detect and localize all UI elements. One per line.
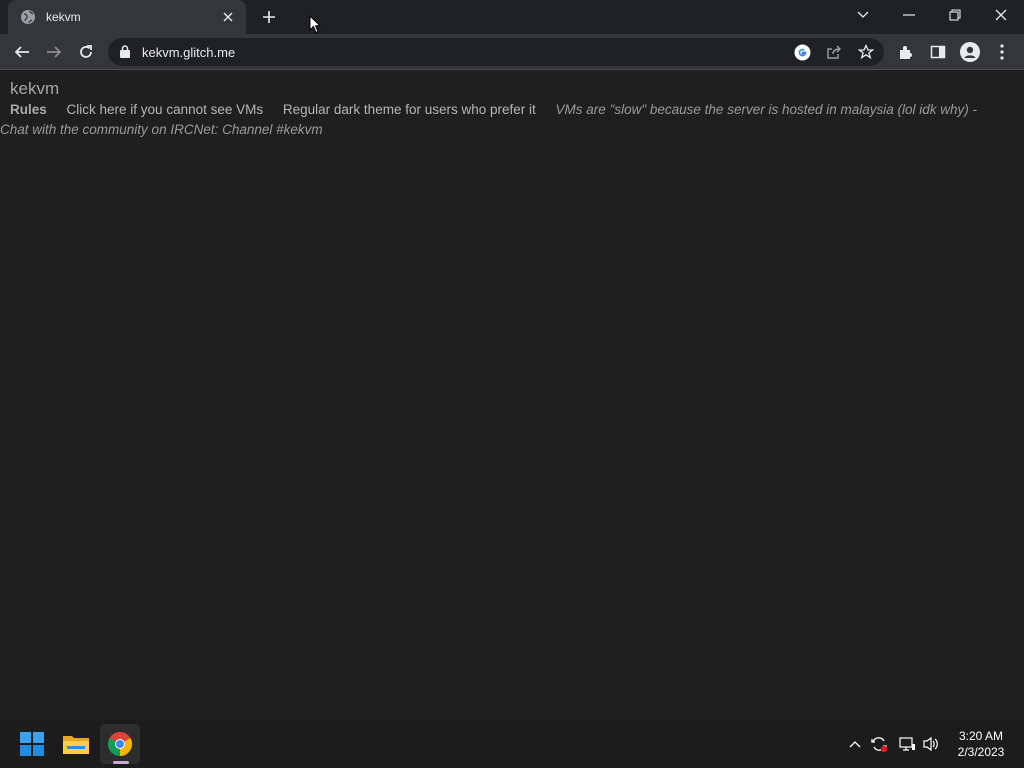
minimize-icon[interactable] <box>886 0 932 30</box>
star-icon[interactable] <box>856 42 876 62</box>
taskbar-clock[interactable]: 3:20 AM 2/3/2023 <box>944 728 1018 760</box>
chrome-icon[interactable] <box>100 724 140 764</box>
tab-search-icon[interactable] <box>840 0 886 30</box>
site-title: kekvm <box>10 79 60 98</box>
close-tab-icon[interactable] <box>220 9 236 25</box>
volume-icon[interactable] <box>921 734 941 754</box>
tab-strip: kekvm <box>0 0 1024 34</box>
globe-icon <box>20 9 36 25</box>
rules-link[interactable]: Rules <box>10 102 47 117</box>
forward-icon[interactable] <box>40 38 68 66</box>
profile-icon[interactable] <box>956 38 984 66</box>
new-tab-button[interactable] <box>259 7 279 27</box>
sidepanel-icon[interactable] <box>924 38 952 66</box>
sync-icon[interactable] <box>869 734 889 754</box>
page-content: kekvm Rules Click here if you cannot see… <box>0 70 1024 720</box>
url-text: kekvm.glitch.me <box>142 45 236 60</box>
nav-bar: Rules Click here if you cannot see VMs R… <box>0 100 1000 140</box>
active-app-indicator <box>113 761 129 764</box>
windows-start-icon[interactable] <box>12 724 52 764</box>
network-icon[interactable] <box>897 734 917 754</box>
address-bar[interactable]: kekvm.glitch.me <box>108 38 884 66</box>
browser-toolbar: kekvm.glitch.me <box>0 34 1024 70</box>
back-icon[interactable] <box>8 38 36 66</box>
lock-icon[interactable] <box>120 45 130 63</box>
tab-title: kekvm <box>46 10 81 24</box>
clock-date: 2/3/2023 <box>957 745 1005 759</box>
file-explorer-icon[interactable] <box>56 724 96 764</box>
menu-icon[interactable] <box>988 38 1016 66</box>
chevron-up-icon[interactable] <box>845 734 865 754</box>
tab-active[interactable]: kekvm <box>8 0 246 34</box>
taskbar: 3:20 AM 2/3/2023 <box>0 720 1024 768</box>
reload-icon[interactable] <box>72 38 100 66</box>
clock-time: 3:20 AM <box>958 729 1004 743</box>
share-icon[interactable] <box>824 42 844 62</box>
cannot-see-vms-link[interactable]: Click here if you cannot see VMs <box>67 102 264 117</box>
extensions-icon[interactable] <box>892 38 920 66</box>
dark-theme-link[interactable]: Regular dark theme for users who prefer … <box>283 102 536 117</box>
close-window-icon[interactable] <box>978 0 1024 30</box>
restore-icon[interactable] <box>932 0 978 30</box>
google-icon[interactable] <box>792 42 812 62</box>
